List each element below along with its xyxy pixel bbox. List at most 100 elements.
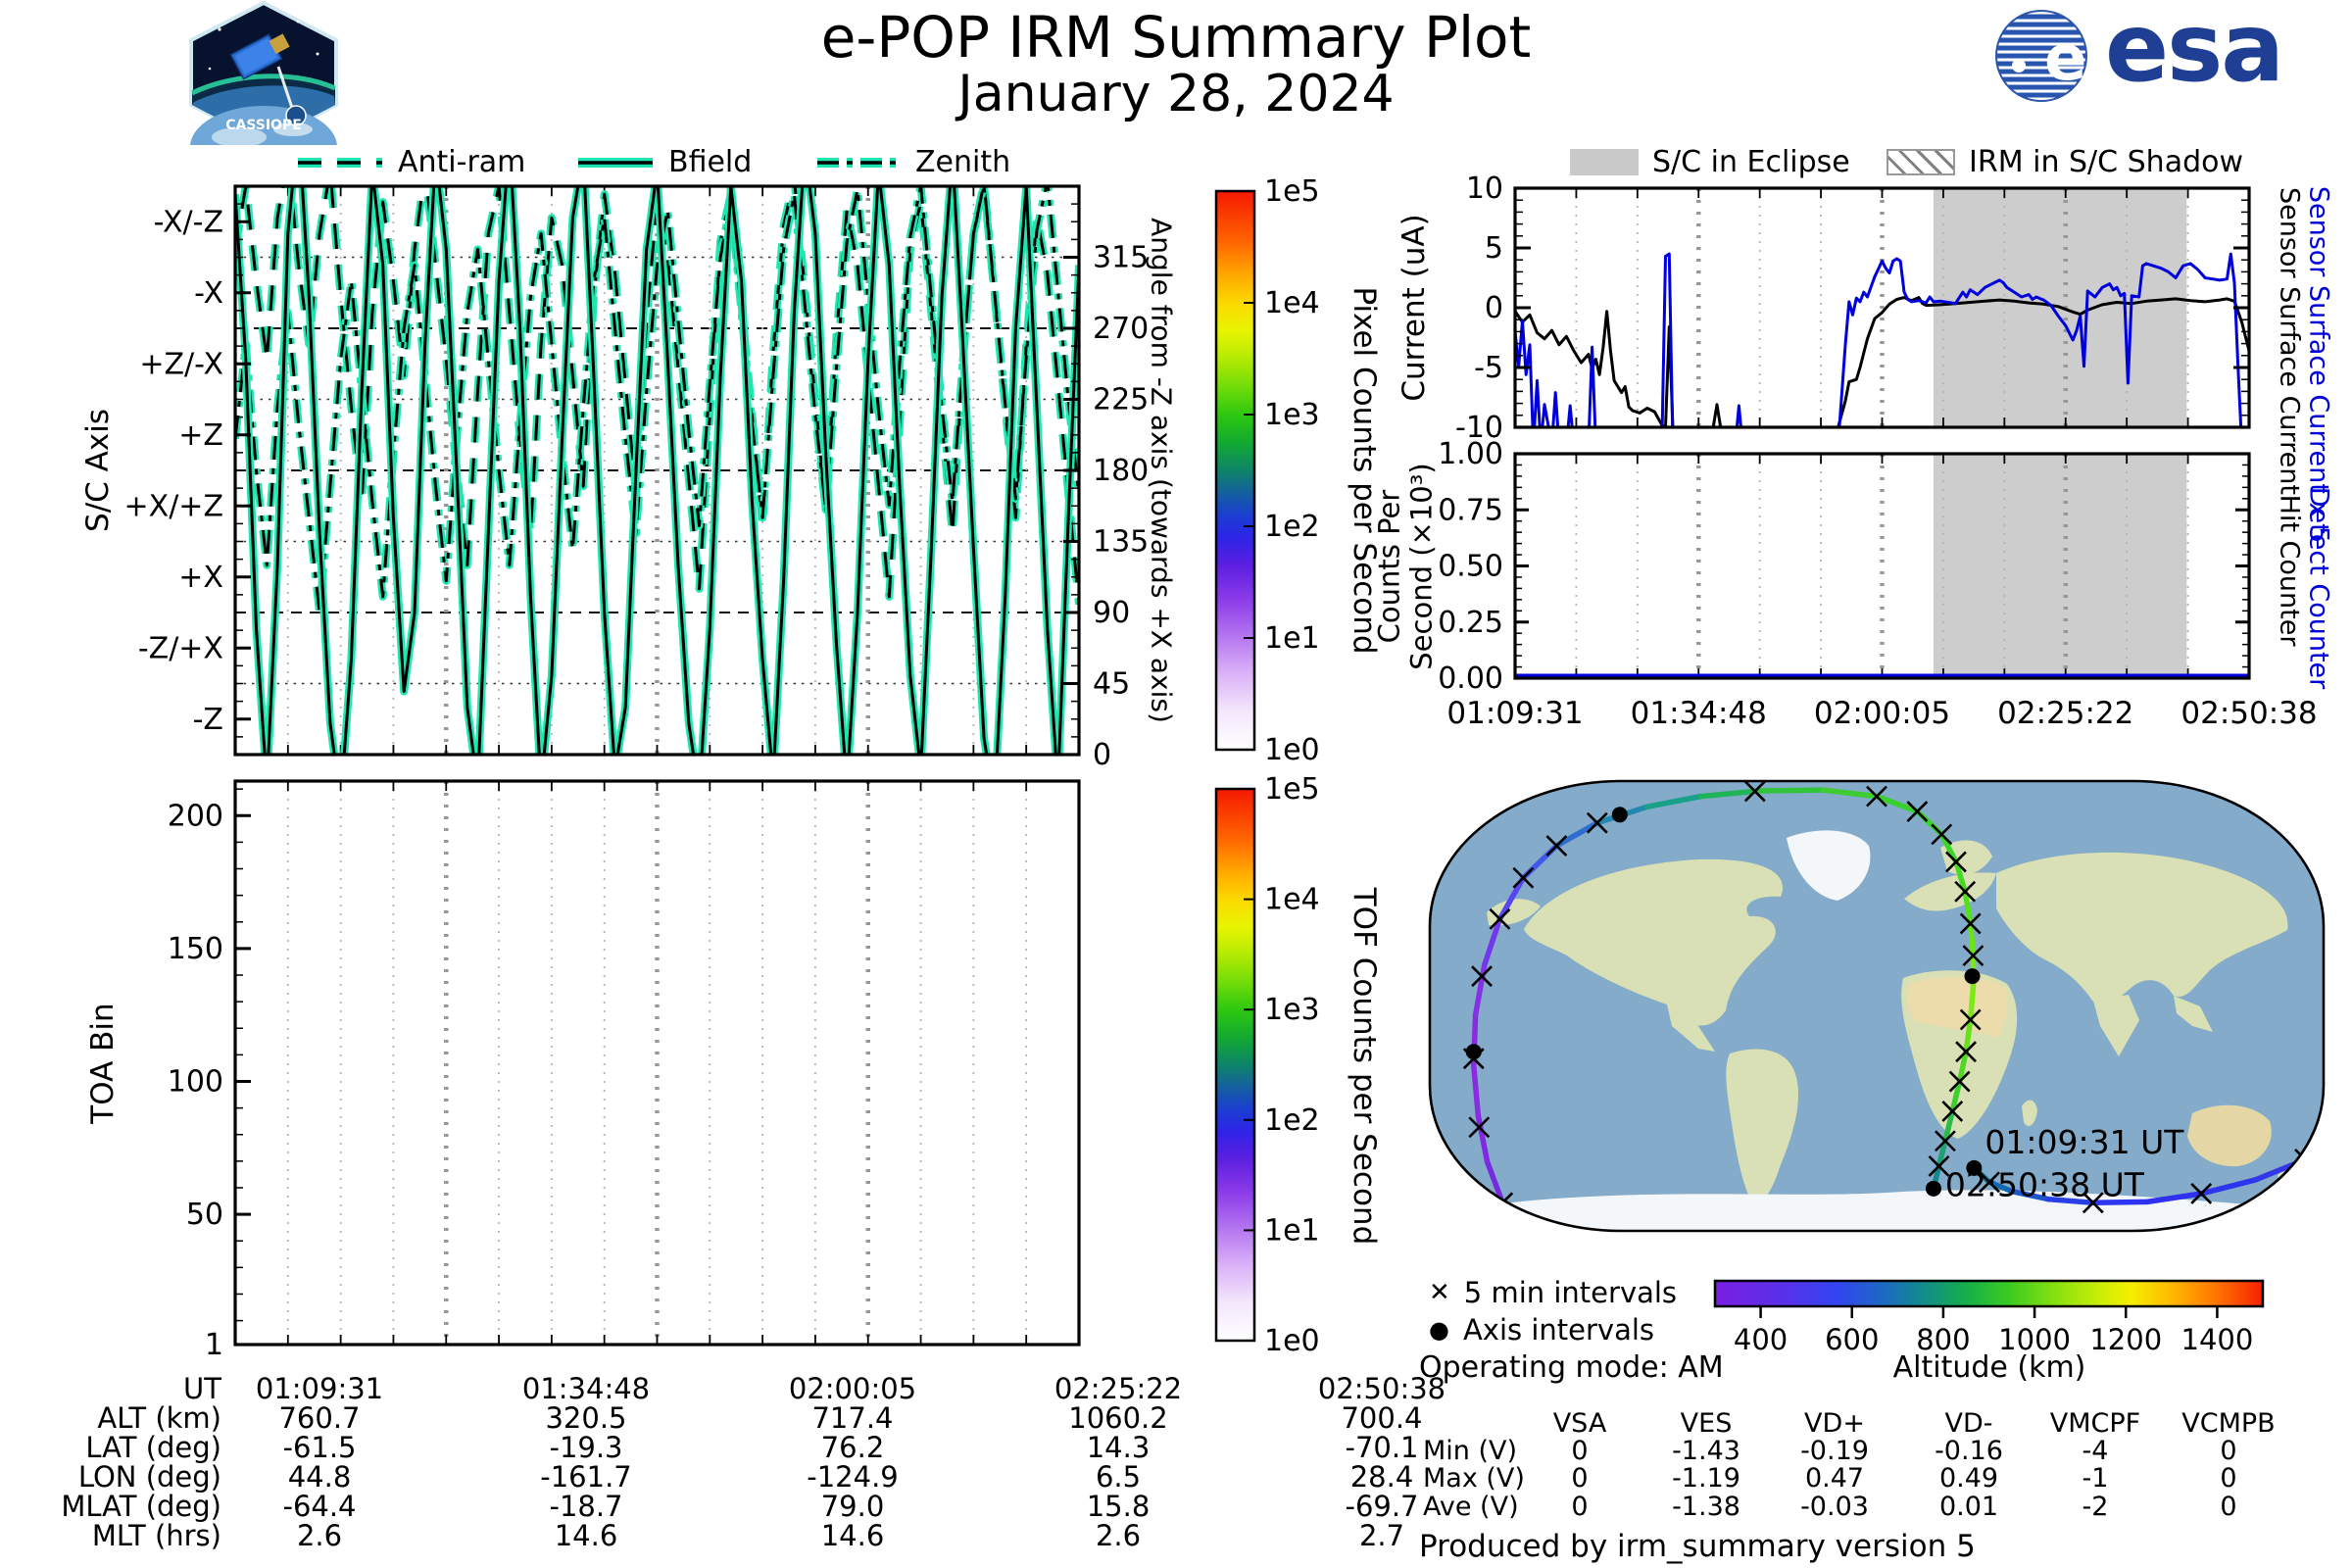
x-marker-icon: ✕	[1429, 1278, 1450, 1307]
angle-tick-label: 90	[1093, 596, 1130, 630]
operating-mode: Operating mode: AM	[1419, 1350, 1724, 1385]
colorbar-tick-label: 1e2	[1264, 510, 1320, 544]
voltage-cell: 0	[1571, 1436, 1589, 1466]
sc-axis-tick-label: +Z/-X	[139, 347, 223, 381]
voltage-header: VD+	[1804, 1408, 1865, 1439]
voltage-cell: -1.19	[1672, 1463, 1740, 1494]
toa-panel: 200 150 100 50 1	[168, 779, 1081, 1362]
sc-axis-tick-label: -X/-Z	[154, 205, 223, 239]
counts-ylabel: Counts Per Second (×10³)	[1372, 463, 1439, 670]
voltage-cell: -0.19	[1800, 1436, 1869, 1466]
ephemeris-cell: 15.8	[1086, 1490, 1151, 1523]
hit-counter-label: Hit Counter	[2274, 494, 2305, 647]
ephemeris-row-label: MLT (hrs)	[91, 1519, 221, 1552]
time-tick-label: 01:09:31	[1446, 696, 1583, 731]
voltage-cell: -1.38	[1672, 1492, 1740, 1522]
ephemeris-cell: -70.1	[1345, 1431, 1419, 1464]
ephemeris-cell: -161.7	[540, 1460, 632, 1494]
angle-tick-label: 0	[1093, 738, 1111, 772]
axis-interval-legend: ● Axis intervals	[1429, 1313, 1654, 1347]
five-min-legend: ✕ 5 min intervals	[1429, 1276, 1677, 1309]
ground-track-map: 01:09:31 UT 02:50:38 UT	[1428, 779, 2326, 1233]
current-tick-label: 10	[1466, 172, 1503, 206]
sensor-current-label: Sensor Surface Current	[2274, 187, 2305, 495]
counts-tick-label: 1.00	[1438, 437, 1503, 471]
current-tick-label: 0	[1485, 291, 1503, 325]
tof-colorbar-label: TOF Counts per Second	[1347, 887, 1382, 1246]
voltage-cell: -2	[2082, 1492, 2109, 1522]
toa-tick-label: 100	[168, 1064, 223, 1099]
tof-colorbar: 1e5 1e4 1e3 1e2 1e1 1e0	[1214, 772, 1320, 1358]
legend-bfield-label: Bfield	[668, 145, 753, 179]
angle-tick-label: 180	[1093, 454, 1149, 488]
ephemeris-cell: 2.6	[1095, 1519, 1142, 1552]
colorbar-tick-label: 1e5	[1264, 174, 1320, 209]
angle-axis-label: Angle from -Z axis (towards +X axis)	[1145, 218, 1178, 723]
colorbar-tick-label: 1e4	[1264, 286, 1320, 320]
cassiope-logo: CASSIOPE	[180, 0, 347, 188]
ephemeris-cell: 6.5	[1095, 1460, 1142, 1494]
voltage-cell: -4	[2082, 1436, 2109, 1466]
ephemeris-cell: 2.7	[1358, 1519, 1405, 1552]
voltage-row-label: Ave (V)	[1423, 1492, 1519, 1522]
ephemeris-cell: 44.8	[287, 1460, 352, 1494]
altitude-colorbar: 400 600 800 1000 1200 1400	[1713, 1279, 2265, 1356]
sc-axis-tick-label: -Z/+X	[138, 631, 223, 665]
ephemeris-cell: -19.3	[549, 1431, 623, 1464]
legend-bfield: Bfield	[576, 145, 752, 179]
ephemeris-cell: 717.4	[811, 1401, 894, 1435]
toa-tick-label: 1	[205, 1328, 223, 1362]
sc-axis-tick-label: -X	[194, 276, 223, 311]
toa-tick-label: 200	[168, 799, 223, 833]
colorbar-tick-label: 1e1	[1264, 1213, 1320, 1248]
ephemeris-cell: 700.4	[1341, 1401, 1423, 1435]
toa-tick-label: 50	[186, 1198, 223, 1232]
colorbar-tick-label: 1e0	[1264, 1324, 1320, 1358]
altitude-tick-label: 1200	[2089, 1323, 2162, 1356]
counts-tick-label: 0.75	[1438, 493, 1503, 527]
voltage-cell: -0.16	[1935, 1436, 2003, 1466]
ephemeris-row-label: MLAT (deg)	[61, 1490, 221, 1523]
colorbar-tick-label: 1e0	[1264, 733, 1320, 767]
legend-zenith: Zenith	[815, 145, 1010, 179]
voltage-cell: 0	[2220, 1463, 2237, 1494]
voltage-row-label: Min (V)	[1423, 1436, 1518, 1466]
voltage-cell: 0	[1571, 1492, 1589, 1522]
ephemeris-cell: 02:25:22	[1054, 1372, 1183, 1405]
voltage-cell: 0	[2220, 1492, 2237, 1522]
altitude-tick-label: 600	[1825, 1323, 1879, 1356]
voltage-cell: 0.01	[1938, 1492, 1999, 1522]
map-annotation: 01:09:31 UT	[1984, 1123, 2184, 1161]
pointing-ylabel: S/C Axis	[80, 409, 116, 532]
time-tick-label: 02:00:05	[1814, 696, 1950, 731]
ephemeris-row-label: LAT (deg)	[85, 1431, 221, 1464]
ephemeris-cell: -64.4	[282, 1490, 357, 1523]
ephemeris-row-label: ALT (km)	[97, 1401, 221, 1435]
legend-eclipse: S/C in Eclipse	[1570, 145, 1850, 179]
colorbar-tick-label: 1e3	[1264, 398, 1320, 432]
shadow-hatch-swatch-icon	[1886, 149, 1955, 175]
ephemeris-row-label: LON (deg)	[77, 1460, 221, 1494]
pointing-panel: -X/-Z -X +Z/-X +Z +X/+Z +X -Z/+X -Z 315 270 225 180…	[124, 184, 1149, 772]
voltage-cell: 0.47	[1804, 1463, 1865, 1494]
counts-tick-label: 0.00	[1438, 662, 1503, 696]
sc-axis-tick-label: +Z	[178, 418, 223, 453]
bfield-line-sample-icon	[578, 157, 653, 168]
epop-irm-summary-figure: -X/-Z -X +Z/-X +Z +X/+Z +X -Z/+X -Z 315 270 225 180…	[0, 0, 2352, 1568]
voltage-cell: -0.03	[1800, 1492, 1869, 1522]
footer-credit: Produced by irm_summary version 5	[1419, 1529, 1976, 1564]
angle-tick-label: 225	[1093, 383, 1149, 417]
current-tick-label: -5	[1474, 351, 1503, 385]
voltage-cell: 0	[1571, 1463, 1589, 1494]
voltage-header: VES	[1680, 1408, 1733, 1439]
legend-antiram-label: Anti-ram	[398, 145, 526, 179]
ephemeris-cell: 14.3	[1086, 1431, 1151, 1464]
counts-tick-label: 0.50	[1438, 550, 1503, 584]
voltage-header: VMCPF	[2049, 1408, 2141, 1439]
angle-tick-label: 315	[1093, 241, 1149, 275]
ephemeris-cell: 1060.2	[1068, 1401, 1168, 1435]
ephemeris-cell: 02:00:05	[788, 1372, 917, 1405]
sc-axis-tick-label: +X/+Z	[124, 489, 223, 523]
time-tick-label: 02:50:38	[2180, 696, 2317, 731]
sc-axis-tick-label: +X	[178, 561, 223, 595]
